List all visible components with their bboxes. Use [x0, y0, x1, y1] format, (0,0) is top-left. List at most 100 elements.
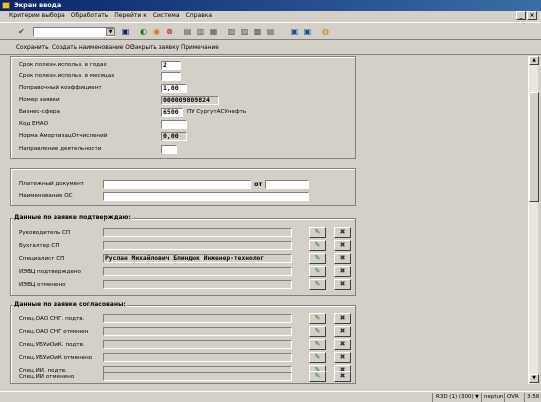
menu-goto[interactable]: Перейти к: [111, 11, 150, 21]
create-asset-name-button[interactable]: Создать наименование ОС: [52, 41, 134, 55]
agreed-ubu-ok-field: [103, 340, 292, 349]
edit-icon[interactable]: ✎: [309, 326, 326, 337]
request-number-field: 000009809824: [161, 96, 219, 105]
prev-page-icon[interactable]: ▨: [239, 26, 250, 37]
confirmed-ievc-cancel-label: ИЭВЦ отменено: [19, 282, 66, 288]
delete-icon[interactable]: ✖: [334, 326, 351, 337]
help-icon[interactable]: ◍: [320, 26, 331, 37]
edit-icon[interactable]: ✎: [309, 253, 326, 264]
edit-icon[interactable]: ✎: [309, 240, 326, 251]
status-divider: [432, 393, 433, 402]
enter-icon[interactable]: ✔: [16, 26, 27, 37]
payment-doc-label: Платежный документ: [19, 181, 84, 187]
business-area-label: Бизнес-сфера: [19, 109, 60, 115]
delete-icon[interactable]: ✖: [334, 227, 351, 238]
delete-icon[interactable]: ✖: [334, 266, 351, 277]
standard-toolbar: ✔ ▼ ▣ ◐ ◉ ⊗ ▤ ▥ ▦ ▧ ▨ ▩ ▤ ▣ ▣ ◍: [0, 22, 541, 40]
menu-process[interactable]: Обработать: [68, 11, 111, 21]
edit-icon[interactable]: ✎: [309, 266, 326, 277]
confirmed-specialist-field: Руслан Михайлович Блиндюк Инженер-технол…: [103, 254, 292, 263]
asset-name-label: Наименование ОС: [19, 193, 73, 199]
close-request-button[interactable]: Закрыть заявку: [131, 41, 179, 55]
menu-help[interactable]: Справка: [183, 11, 215, 21]
delete-icon[interactable]: ✖: [334, 371, 351, 382]
save-icon[interactable]: ▣: [120, 26, 131, 37]
agreed-sng-cancel-label: Спец.ОАО СНГ отменен: [19, 329, 89, 335]
shortcut-icon[interactable]: ▣: [302, 26, 313, 37]
confirmed-ievc-ok-field: [103, 267, 292, 276]
date-field[interactable]: [265, 180, 309, 189]
command-dropdown-icon[interactable]: ▼: [106, 28, 115, 36]
status-time: 3:56: [527, 394, 540, 400]
application-toolbar: Сохранить Создать наименование ОС Закрыт…: [0, 41, 541, 55]
useful-life-years-field[interactable]: 2: [161, 61, 181, 70]
exit-icon[interactable]: ◉: [151, 26, 162, 37]
menu-criteria[interactable]: Критерии выбора: [0, 11, 68, 21]
edit-icon[interactable]: ✎: [309, 371, 326, 382]
useful-life-months-label: Срок полезн.использ. в месяцах: [19, 73, 115, 79]
menu-bar: Критерии выбора Обработать Перейти к Систем…: [0, 11, 541, 21]
menu-system[interactable]: Система: [150, 11, 183, 21]
agreed-sng-ok-label: Спец.ОАО СНГ. подтв.: [19, 316, 85, 322]
agreed-ubu-ok-label: Спец.УБУиОиК. подтв.: [19, 342, 85, 348]
delete-icon[interactable]: ✖: [334, 352, 351, 363]
edit-icon[interactable]: ✎: [309, 279, 326, 290]
confirmed-specialist-label: Специалист СП: [19, 256, 65, 262]
confirmed-ievc-ok-label: ИЭВЦ подтверждено: [19, 269, 81, 275]
payment-doc-field[interactable]: [103, 180, 251, 189]
note-button[interactable]: Примечание: [181, 41, 219, 55]
minimize-icon[interactable]: _: [516, 11, 526, 20]
last-page-icon[interactable]: ▤: [265, 26, 276, 37]
confirmed-header: Данные по заявке подтверждаю:: [13, 214, 132, 221]
amortization-norm-label: Норма АмортизацОтчислений: [19, 133, 108, 139]
edit-icon[interactable]: ✎: [309, 339, 326, 350]
delete-icon[interactable]: ✖: [334, 279, 351, 290]
command-field[interactable]: [33, 27, 115, 37]
useful-life-months-field[interactable]: [161, 72, 181, 81]
confirmed-head-field: [103, 228, 292, 237]
status-bar: R3D (1) (300) ▼ neptun OVR 3:56: [0, 391, 541, 402]
agreed-ubu-cancel-field: [103, 353, 292, 362]
agreed-header: Данные по заявке согласованы:: [13, 301, 127, 308]
vertical-scrollbar[interactable]: ▲ ▼: [528, 56, 539, 384]
status-system[interactable]: R3D (1) (300): [436, 392, 474, 402]
close-icon[interactable]: ×: [527, 11, 537, 20]
agreed-ii-cancel-field: [103, 372, 292, 381]
edit-icon[interactable]: ✎: [309, 352, 326, 363]
scroll-down-icon[interactable]: ▼: [529, 374, 539, 383]
delete-icon[interactable]: ✖: [334, 339, 351, 350]
edit-icon[interactable]: ✎: [309, 227, 326, 238]
new-session-icon[interactable]: ▣: [289, 26, 300, 37]
agreed-ii-cancel-label: Спец.ИИ отменено: [19, 374, 75, 380]
main-area: Срок полезн.использ. в годах 2 Срок поле…: [6, 56, 526, 384]
delete-icon[interactable]: ✖: [334, 253, 351, 264]
find-next-icon[interactable]: ▦: [208, 26, 219, 37]
amortization-norm-field: 0,00: [161, 132, 187, 141]
business-area-field[interactable]: 6500: [161, 108, 183, 117]
request-number-label: Номер заявки: [19, 97, 60, 103]
confirmed-accountant-label: Бухгалтер СП: [19, 243, 60, 249]
print-icon[interactable]: ▤: [182, 26, 193, 37]
back-icon[interactable]: ◐: [138, 26, 149, 37]
correction-factor-field[interactable]: 1,00: [161, 84, 187, 93]
first-page-icon[interactable]: ▧: [226, 26, 237, 37]
find-icon[interactable]: ▥: [195, 26, 206, 37]
delete-icon[interactable]: ✖: [334, 240, 351, 251]
edit-icon[interactable]: ✎: [309, 313, 326, 324]
asset-name-field[interactable]: [103, 192, 309, 201]
save-button[interactable]: Сохранить: [16, 41, 49, 55]
confirmed-head-label: Руководитель СП: [19, 230, 71, 236]
cancel-icon[interactable]: ⊗: [164, 26, 175, 37]
status-dropdown-icon[interactable]: ▼: [475, 392, 479, 402]
section-asset-params: [10, 56, 356, 159]
agreed-sng-cancel-field: [103, 327, 292, 336]
scroll-thumb[interactable]: [529, 92, 539, 202]
scroll-up-icon[interactable]: ▲: [529, 56, 539, 65]
delete-icon[interactable]: ✖: [334, 313, 351, 324]
activity-direction-field[interactable]: [161, 145, 177, 154]
status-mode: OVR: [507, 394, 519, 400]
confirmed-accountant-field: [103, 241, 292, 250]
enao-code-field[interactable]: [161, 120, 187, 129]
next-page-icon[interactable]: ▩: [252, 26, 263, 37]
confirmed-ievc-cancel-field: [103, 280, 292, 289]
